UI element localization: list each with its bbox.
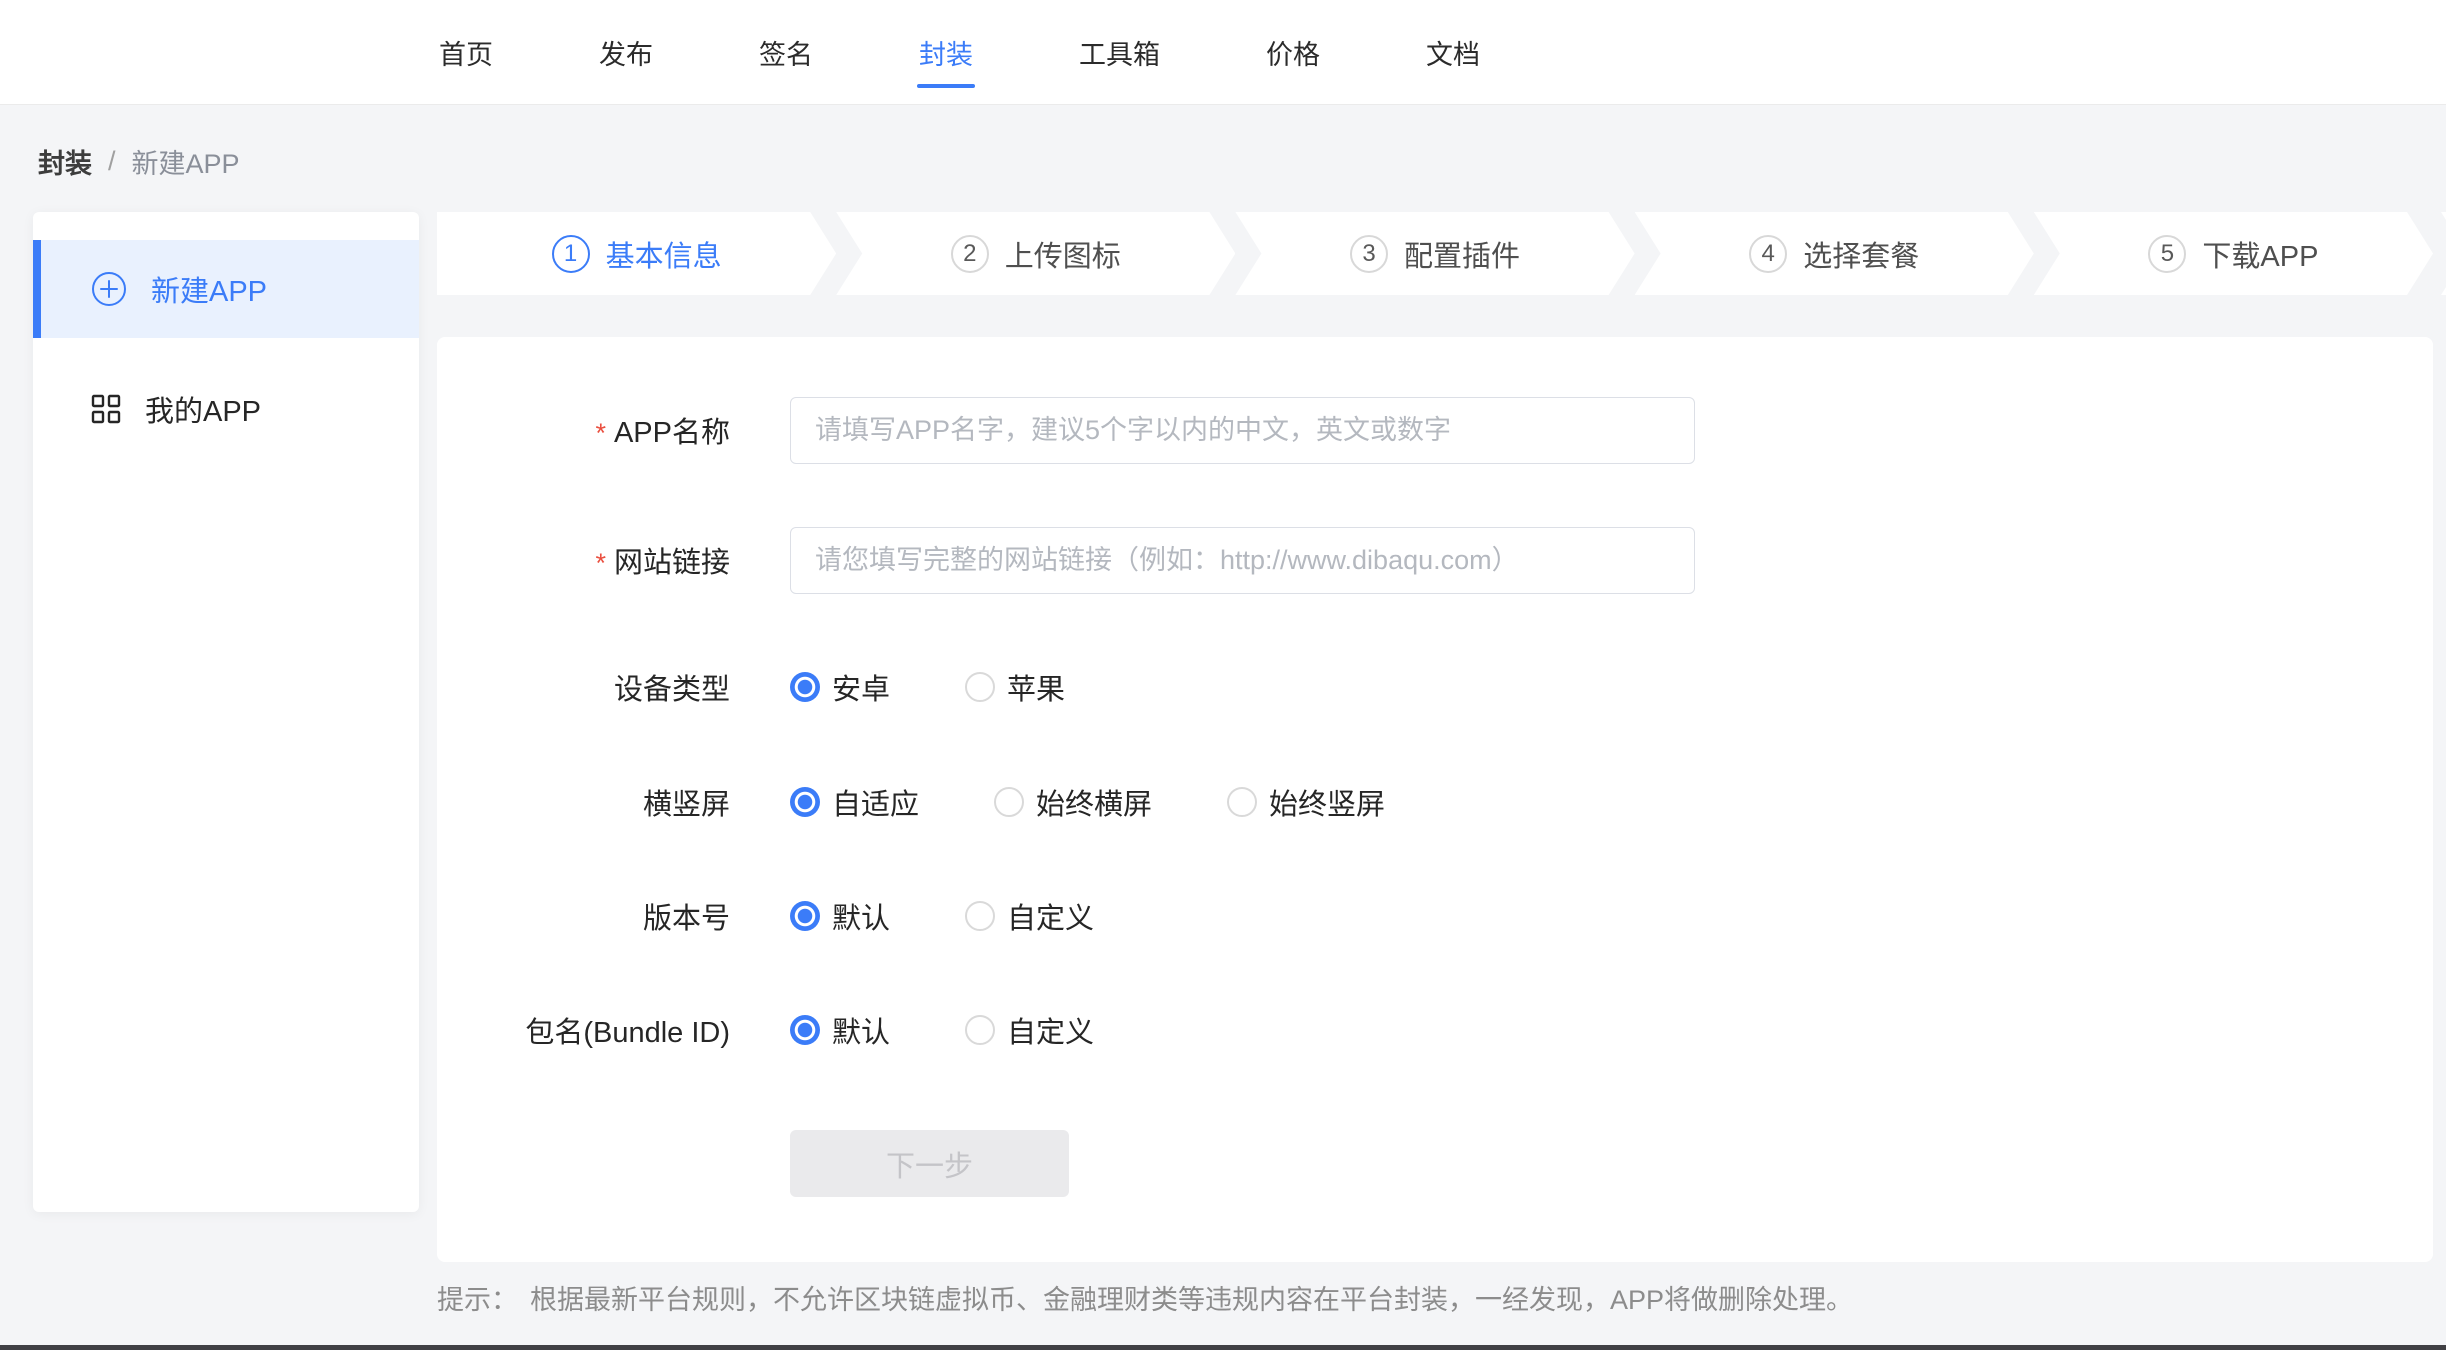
orientation-label: 横竖屏	[437, 781, 730, 823]
sidebar-item-label: 我的APP	[145, 388, 261, 430]
step-2-upload-icon[interactable]: 2 上传图标	[836, 212, 1235, 295]
radio-adaptive[interactable]: 自适应	[790, 781, 919, 823]
radio-always-portrait[interactable]: 始终竖屏	[1227, 781, 1385, 823]
sidebar-item-label: 新建APP	[151, 268, 267, 310]
site-url-label: *网站链接	[437, 539, 730, 581]
breadcrumb-section[interactable]: 封装	[38, 142, 92, 181]
sidebar-item-new-app[interactable]: 新建APP	[33, 240, 419, 338]
hint-body: 根据最新平台规则，不允许区块链虚拟币、金融理财类等违规内容在平台封装，一经发现，…	[530, 1278, 1853, 1317]
main-nav: 首页 发布 签名 封装 工具箱 价格 文档	[0, 0, 2446, 104]
radio-label: 自适应	[832, 781, 919, 823]
page: 首页 发布 签名 封装 工具箱 价格 文档 封装 / 新建APP 新建APP 我…	[0, 0, 2446, 1350]
radio-unselected-icon	[965, 901, 995, 931]
top-nav: 首页 发布 签名 封装 工具箱 价格 文档	[0, 0, 2446, 105]
radio-selected-icon	[790, 1015, 820, 1045]
step-number: 5	[2148, 235, 2186, 273]
breadcrumb-separator: /	[108, 146, 116, 177]
form-row-app-name: *APP名称	[437, 396, 2433, 464]
next-step-button[interactable]: 下一步	[790, 1130, 1069, 1197]
step-label: 下载APP	[2202, 233, 2318, 275]
step-number: 2	[951, 235, 989, 273]
step-5-download-app[interactable]: 5 下载APP	[2034, 212, 2433, 295]
nav-item-sign[interactable]: 签名	[757, 25, 815, 80]
steps-bar: 1 基本信息 2 上传图标 3 配置插件 4 选择套餐 5 下载APP	[437, 212, 2433, 295]
sidebar: 新建APP 我的APP	[33, 212, 419, 1212]
radio-unselected-icon	[994, 787, 1024, 817]
nav-item-publish[interactable]: 发布	[597, 25, 655, 80]
radio-android[interactable]: 安卓	[790, 666, 890, 708]
site-url-input[interactable]	[790, 527, 1695, 594]
step-4-select-plan[interactable]: 4 选择套餐	[1635, 212, 2034, 295]
breadcrumb: 封装 / 新建APP	[38, 142, 240, 181]
steps-edge-fragment	[2441, 212, 2446, 295]
radio-label: 默认	[832, 1009, 890, 1051]
radio-label: 自定义	[1007, 1009, 1094, 1051]
app-name-label: *APP名称	[437, 409, 730, 451]
form-row-device-type: 设备类型 安卓 苹果	[437, 653, 2433, 721]
radio-always-landscape[interactable]: 始终横屏	[994, 781, 1152, 823]
nav-item-toolbox[interactable]: 工具箱	[1077, 25, 1162, 80]
radio-label: 苹果	[1007, 666, 1065, 708]
plus-circle-icon	[91, 271, 127, 307]
radio-version-custom[interactable]: 自定义	[965, 895, 1094, 937]
radio-label: 始终竖屏	[1269, 781, 1385, 823]
radio-selected-icon	[790, 787, 820, 817]
step-1-basic-info[interactable]: 1 基本信息	[437, 212, 836, 295]
radio-selected-icon	[790, 901, 820, 931]
radio-ios[interactable]: 苹果	[965, 666, 1065, 708]
step-number: 3	[1350, 235, 1388, 273]
nav-item-home[interactable]: 首页	[437, 25, 495, 80]
nav-item-package[interactable]: 封装	[917, 25, 975, 80]
step-label: 上传图标	[1005, 233, 1121, 275]
step-3-configure-plugin[interactable]: 3 配置插件	[1235, 212, 1634, 295]
radio-unselected-icon	[1227, 787, 1257, 817]
form-card: *APP名称 *网站链接 设备类型 安卓 苹果	[437, 337, 2433, 1262]
form-row-site-url: *网站链接	[437, 526, 2433, 594]
device-type-label: 设备类型	[437, 666, 730, 708]
nav-item-price[interactable]: 价格	[1264, 25, 1322, 80]
step-number: 4	[1749, 235, 1787, 273]
radio-label: 默认	[832, 895, 890, 937]
radio-label: 始终横屏	[1036, 781, 1152, 823]
grid-icon	[91, 394, 121, 424]
radio-unselected-icon	[965, 1015, 995, 1045]
app-name-input[interactable]	[790, 397, 1695, 464]
hint-text: 提示： 根据最新平台规则，不允许区块链虚拟币、金融理财类等违规内容在平台封装，一…	[437, 1278, 1853, 1317]
version-label: 版本号	[437, 895, 730, 937]
step-label: 选择套餐	[1803, 233, 1919, 275]
step-label: 配置插件	[1404, 233, 1520, 275]
bundle-id-label: 包名(Bundle ID)	[437, 1009, 730, 1051]
radio-bundle-custom[interactable]: 自定义	[965, 1009, 1094, 1051]
breadcrumb-current: 新建APP	[132, 142, 240, 181]
radio-label: 自定义	[1007, 895, 1094, 937]
radio-selected-icon	[790, 672, 820, 702]
step-number: 1	[552, 235, 590, 273]
form-row-orientation: 横竖屏 自适应 始终横屏 始终竖屏	[437, 768, 2433, 836]
hint-prefix: 提示：	[437, 1278, 518, 1317]
radio-bundle-default[interactable]: 默认	[790, 1009, 890, 1051]
form-row-bundle-id: 包名(Bundle ID) 默认 自定义	[437, 996, 2433, 1064]
radio-unselected-icon	[965, 672, 995, 702]
radio-label: 安卓	[832, 666, 890, 708]
sidebar-item-my-app[interactable]: 我的APP	[33, 360, 419, 458]
required-mark: *	[595, 548, 606, 578]
required-mark: *	[595, 418, 606, 448]
step-label: 基本信息	[606, 233, 722, 275]
radio-version-default[interactable]: 默认	[790, 895, 890, 937]
nav-item-docs[interactable]: 文档	[1424, 25, 1482, 80]
footer-strip	[0, 1345, 2446, 1350]
form-row-version: 版本号 默认 自定义	[437, 882, 2433, 950]
